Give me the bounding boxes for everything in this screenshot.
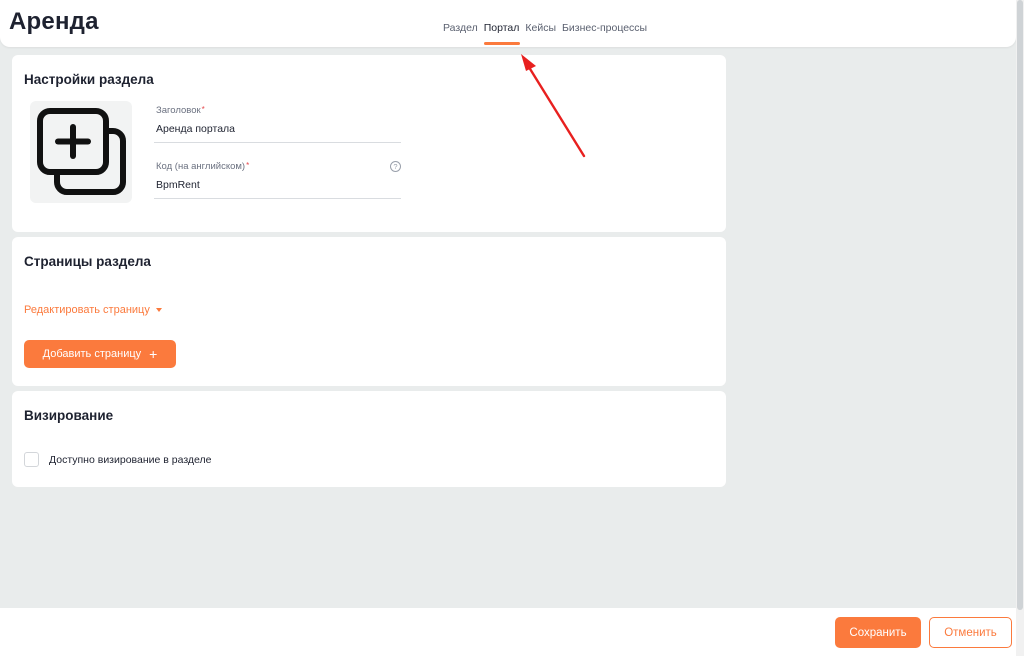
pages-card: Страницы раздела Редактировать страницу … (12, 237, 726, 386)
section-icon-picker[interactable] (30, 101, 132, 203)
plus-icon: + (149, 346, 158, 362)
tab-portal[interactable]: Портал (484, 22, 520, 34)
active-tab-indicator (484, 42, 520, 45)
copy-plus-icon (37, 108, 126, 195)
title-field-label: Заголовок* (156, 105, 205, 116)
edit-page-dropdown[interactable]: Редактировать страницу (24, 304, 162, 316)
tab-section[interactable]: Раздел (443, 22, 478, 34)
save-button[interactable]: Сохранить (835, 617, 921, 648)
approval-checkbox-label[interactable]: Доступно визирование в разделе (49, 454, 211, 466)
tab-list: Раздел Портал Кейсы Бизнес-процессы (443, 22, 647, 34)
header-bar: Аренда Раздел Портал Кейсы Бизнес-процес… (0, 0, 1016, 47)
add-page-label: Добавить страницу (42, 348, 142, 360)
footer-bar: Сохранить Отменить (0, 608, 1016, 656)
code-field[interactable]: Код (на английском)* ? BpmRent (154, 161, 401, 199)
title-field-value[interactable]: Аренда портала (156, 123, 235, 135)
approval-title: Визирование (24, 408, 114, 423)
title-field[interactable]: Заголовок* Аренда портала (154, 105, 401, 143)
help-icon[interactable]: ? (390, 161, 401, 172)
edit-page-label: Редактировать страницу (24, 304, 150, 316)
tab-business-processes[interactable]: Бизнес-процессы (562, 22, 647, 34)
settings-card: Настройки раздела Заголовок* Аренда порт… (12, 55, 726, 232)
vertical-scrollbar[interactable] (1016, 0, 1024, 656)
code-field-value[interactable]: BpmRent (156, 179, 200, 191)
scrollbar-thumb[interactable] (1017, 0, 1023, 610)
caret-down-icon (155, 308, 162, 312)
approval-card: Визирование Доступно визирование в разде… (12, 391, 726, 487)
tab-cases[interactable]: Кейсы (525, 22, 556, 34)
pages-title: Страницы раздела (24, 254, 151, 269)
approval-checkbox[interactable] (24, 452, 39, 467)
settings-title: Настройки раздела (24, 72, 154, 87)
cancel-button[interactable]: Отменить (929, 617, 1012, 648)
add-page-button[interactable]: Добавить страницу + (24, 340, 176, 368)
code-field-label: Код (на английском)* (156, 161, 250, 172)
page-title: Аренда (9, 8, 99, 35)
